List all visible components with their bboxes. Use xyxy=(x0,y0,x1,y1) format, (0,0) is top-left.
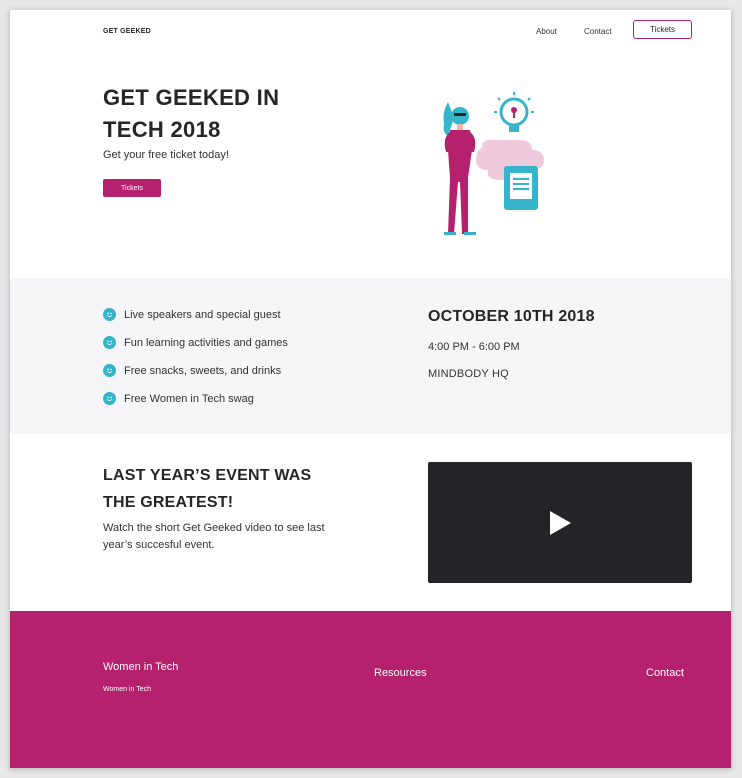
footer: Women in Tech Women in Tech Resources Co… xyxy=(10,611,731,768)
hero-subtitle: Get your free ticket today! xyxy=(103,149,229,161)
smiley-icon xyxy=(103,336,116,349)
video-section-description: Watch the short Get Geeked video to see … xyxy=(103,522,325,551)
feature-item: Fun learning activities and games xyxy=(103,336,288,349)
feature-label: Free Women in Tech swag xyxy=(124,392,254,405)
footer-resources-link[interactable]: Resources xyxy=(374,667,427,679)
nav-about-link[interactable]: About xyxy=(536,27,557,36)
footer-contact-link[interactable]: Contact xyxy=(646,667,684,679)
feature-label: Fun learning activities and games xyxy=(124,336,288,349)
brand-logo[interactable]: GET GEEKED xyxy=(103,28,151,35)
hero-tickets-button[interactable]: Tickets xyxy=(103,179,161,197)
nav-tickets-button[interactable]: Tickets xyxy=(633,20,692,39)
smiley-icon xyxy=(103,392,116,405)
feature-item: Free Women in Tech swag xyxy=(103,392,254,405)
footer-women-in-tech-link[interactable]: Women in Tech xyxy=(103,686,151,693)
footer-title: Women in Tech xyxy=(103,661,179,673)
lightbulb-icon xyxy=(494,92,534,132)
page: GET GEEKED About Contact Tickets GET GEE… xyxy=(10,10,731,768)
woman-figure xyxy=(443,102,476,235)
hero-title: GET GEEKED IN TECH 2018 xyxy=(103,85,280,142)
feature-label: Live speakers and special guest xyxy=(124,308,281,321)
play-icon[interactable] xyxy=(547,510,573,536)
feature-label: Free snacks, sweets, and drinks xyxy=(124,364,282,377)
smiley-icon xyxy=(103,308,116,321)
video-player[interactable] xyxy=(428,462,692,583)
event-date: OCTOBER 10TH 2018 xyxy=(428,308,595,325)
event-time: 4:00 PM - 6:00 PM xyxy=(428,341,520,353)
video-section-title: LAST YEAR’S EVENT WAS THE GREATEST! xyxy=(103,467,312,511)
smiley-icon xyxy=(103,364,116,377)
event-location: MINDBODY HQ xyxy=(428,368,509,380)
woman-in-tech-illustration xyxy=(443,92,544,235)
feature-item: Free snacks, sweets, and drinks xyxy=(103,364,281,377)
nav-contact-link[interactable]: Contact xyxy=(584,27,612,36)
features-band: Live speakers and special guest Fun lear… xyxy=(10,278,731,434)
feature-item: Live speakers and special guest xyxy=(103,308,281,321)
